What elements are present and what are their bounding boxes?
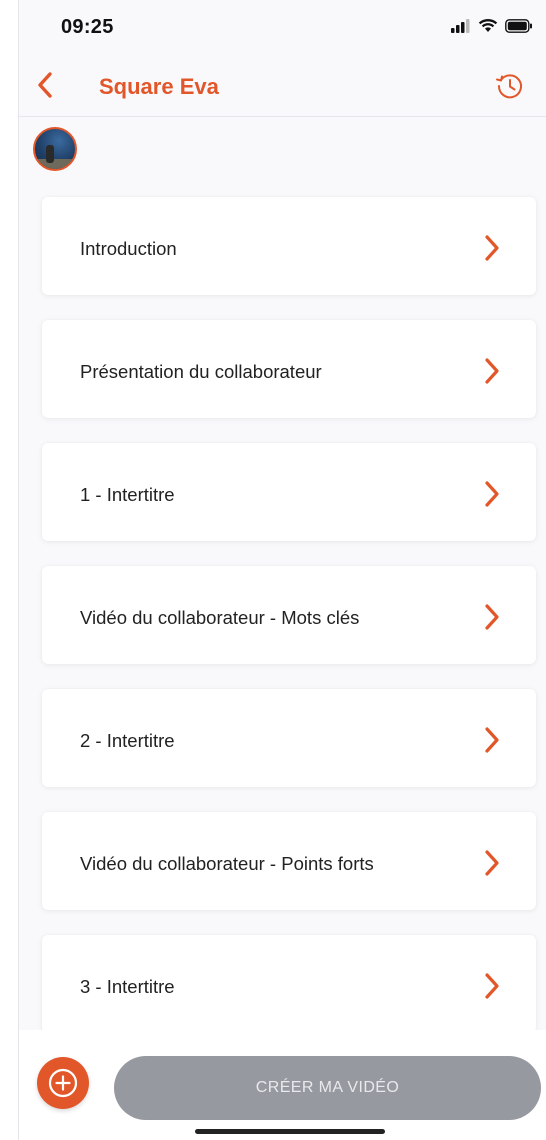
- chevron-left-icon: [38, 72, 52, 98]
- back-button[interactable]: [29, 67, 61, 103]
- chevron-right-icon: [485, 358, 499, 384]
- section-card-video-points-forts[interactable]: Vidéo du collaborateur - Points forts: [42, 812, 536, 910]
- history-button[interactable]: [493, 69, 527, 103]
- avatar-photo-ground: [35, 159, 75, 169]
- section-label: 2 - Intertitre: [80, 730, 175, 751]
- battery-icon: [505, 18, 532, 33]
- app-screen: 09:25 Square Eva Introduction Présentati…: [18, 0, 546, 1140]
- chevron-right-icon: [485, 235, 499, 261]
- avatar[interactable]: [33, 127, 77, 171]
- section-list: Introduction Présentation du collaborate…: [42, 197, 536, 1058]
- section-card-intertitre-3[interactable]: 3 - Intertitre: [42, 935, 536, 1033]
- section-card-intertitre-1[interactable]: 1 - Intertitre: [42, 443, 536, 541]
- add-section-button[interactable]: [37, 1057, 89, 1109]
- chevron-right-icon: [485, 850, 499, 876]
- section-label: Introduction: [80, 238, 177, 259]
- section-card-intertitre-2[interactable]: 2 - Intertitre: [42, 689, 536, 787]
- section-label: Vidéo du collaborateur - Mots clés: [80, 607, 360, 628]
- chevron-right-icon: [485, 481, 499, 507]
- home-indicator: [195, 1129, 385, 1134]
- section-card-video-mots-cles[interactable]: Vidéo du collaborateur - Mots clés: [42, 566, 536, 664]
- chevron-right-icon: [485, 973, 499, 999]
- chevron-right-icon: [485, 604, 499, 630]
- section-label: Vidéo du collaborateur - Points forts: [80, 853, 374, 874]
- bottom-action-bar: CRÉER MA VIDÉO: [19, 1030, 546, 1140]
- chevron-right-icon: [485, 727, 499, 753]
- history-clock-icon: [496, 74, 522, 99]
- section-label: Présentation du collaborateur: [80, 361, 322, 382]
- create-video-button[interactable]: CRÉER MA VIDÉO: [114, 1056, 541, 1120]
- status-icons: [451, 18, 533, 33]
- section-card-introduction[interactable]: Introduction: [42, 197, 536, 295]
- section-label: 3 - Intertitre: [80, 976, 175, 997]
- plus-circle-icon: [48, 1068, 78, 1098]
- section-label: 1 - Intertitre: [80, 484, 175, 505]
- wifi-icon: [478, 18, 498, 32]
- page-title: Square Eva: [99, 74, 219, 99]
- status-time: 09:25: [61, 16, 114, 38]
- navigation-bar: Square Eva: [19, 55, 546, 117]
- section-card-presentation[interactable]: Présentation du collaborateur: [42, 320, 536, 418]
- avatar-photo-figure: [46, 145, 54, 163]
- status-bar: 09:25: [19, 0, 546, 50]
- signal-icon: [451, 18, 470, 33]
